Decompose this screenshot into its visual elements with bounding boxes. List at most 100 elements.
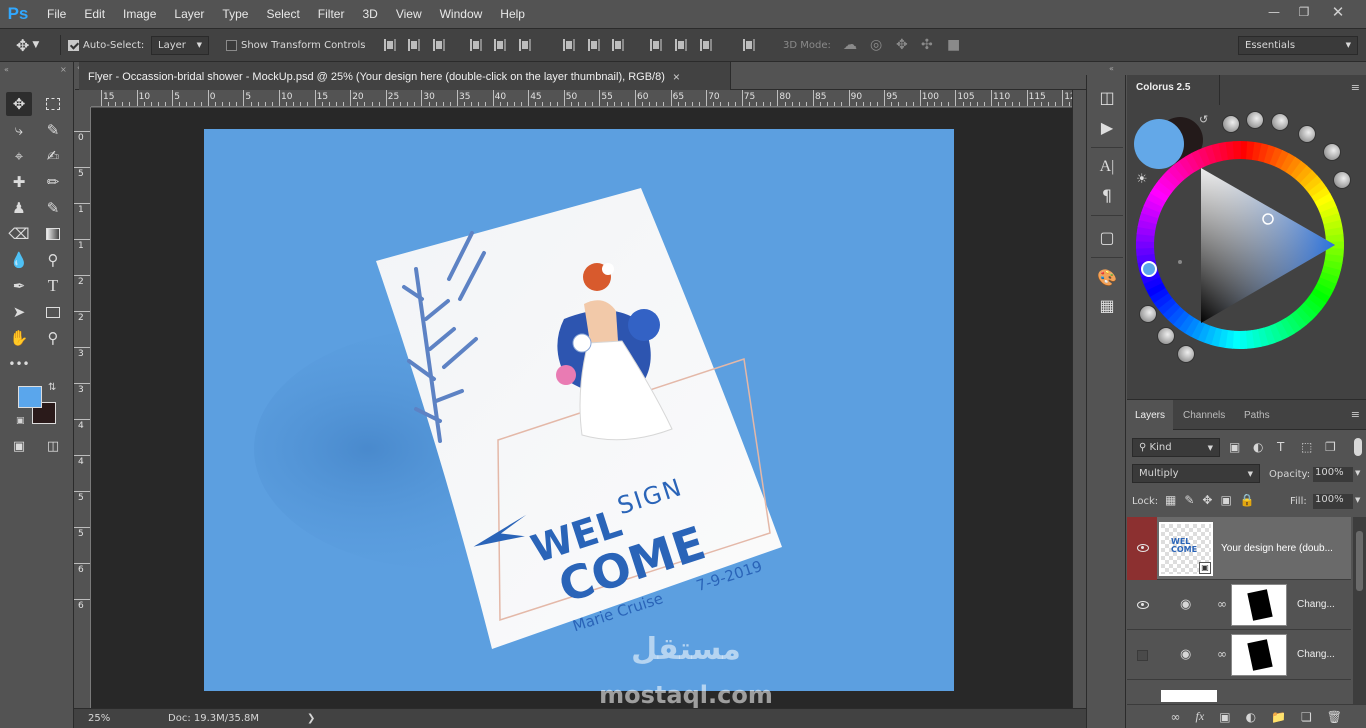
- visibility-eye-icon[interactable]: [1137, 544, 1149, 552]
- blur-tool-icon[interactable]: 💧: [6, 248, 32, 272]
- minimize-button[interactable]: —: [1258, 0, 1290, 24]
- align-distribute-icon[interactable]: [519, 29, 531, 61]
- eyedropper-tool-icon[interactable]: ✍: [40, 144, 66, 168]
- eraser-tool-icon[interactable]: ⌫: [6, 222, 32, 246]
- link-layers-icon[interactable]: ∞: [1171, 710, 1181, 724]
- lock-all-icon[interactable]: 🔒: [1240, 493, 1263, 507]
- layer-row-change-1[interactable]: ◉ ∞ Chang...: [1127, 580, 1351, 630]
- adjustment-filter-icon[interactable]: ◐: [1253, 440, 1263, 454]
- align-distribute-icon[interactable]: [675, 29, 687, 61]
- gradient-tool-icon[interactable]: [40, 222, 66, 246]
- document-tab[interactable]: Flyer - Occassion-bridal shower - MockUp…: [79, 62, 731, 91]
- menu-3d[interactable]: 3D: [353, 0, 386, 28]
- swap-colors-icon[interactable]: ⇅: [48, 382, 56, 393]
- align-distribute-icon[interactable]: [588, 29, 600, 61]
- lock-artboard-icon[interactable]: ▣: [1220, 493, 1239, 507]
- swatches-grid-icon[interactable]: ▦: [1095, 293, 1119, 317]
- menu-type[interactable]: Type: [213, 0, 257, 28]
- add-mask-icon[interactable]: ▣: [1219, 710, 1230, 724]
- mockup-artboard[interactable]: WEL SIGN COME Marie Cruise 7-9-2019: [204, 129, 954, 691]
- zoom-level[interactable]: 25%: [88, 713, 148, 724]
- status-menu-arrow-icon[interactable]: ❯: [307, 713, 315, 724]
- lock-position-icon[interactable]: ✥: [1202, 493, 1220, 507]
- colorus-preset-dot[interactable]: [1271, 113, 1289, 131]
- link-chain-icon[interactable]: ∞: [1217, 597, 1227, 611]
- paragraph-panel-icon[interactable]: ¶: [1095, 183, 1119, 207]
- collapse-toolbar-icon[interactable]: «: [4, 65, 9, 74]
- align-distribute-icon[interactable]: [743, 29, 755, 61]
- colorus-preset-dot[interactable]: [1177, 345, 1195, 363]
- default-colors-icon[interactable]: ▣: [16, 416, 25, 426]
- menu-image[interactable]: Image: [114, 0, 165, 28]
- character-panel-icon[interactable]: A|: [1095, 155, 1119, 179]
- align-distribute-icon[interactable]: [563, 29, 575, 61]
- vertical-scrollbar[interactable]: [1072, 90, 1086, 708]
- 3d-mode-icon[interactable]: ◎: [870, 29, 882, 61]
- tab-channels[interactable]: Channels: [1183, 400, 1225, 430]
- layer-name[interactable]: Chang...: [1297, 599, 1335, 610]
- new-layer-icon[interactable]: ❏: [1301, 710, 1312, 724]
- menu-help[interactable]: Help: [491, 0, 534, 28]
- shape-filter-icon[interactable]: ⬚: [1301, 440, 1312, 454]
- brush-tool-icon[interactable]: ✏: [40, 170, 66, 194]
- opacity-field[interactable]: 100%: [1313, 467, 1353, 482]
- type-tool-icon[interactable]: T: [40, 274, 66, 298]
- chevron-down-icon[interactable]: ▼: [1355, 469, 1360, 477]
- align-distribute-icon[interactable]: [384, 29, 396, 61]
- show-transform-controls-checkbox[interactable]: Show Transform Controls: [226, 29, 365, 61]
- path-selection-tool-icon[interactable]: ➤: [6, 300, 32, 324]
- edit-toolbar-icon[interactable]: •••: [6, 352, 32, 376]
- menu-layer[interactable]: Layer: [165, 0, 213, 28]
- blend-mode-dropdown[interactable]: Multiply ▼: [1132, 464, 1260, 483]
- menu-view[interactable]: View: [387, 0, 431, 28]
- visibility-off-box[interactable]: [1137, 650, 1148, 661]
- smart-object-filter-icon[interactable]: ❐: [1325, 440, 1336, 454]
- layer-style-fx-icon[interactable]: fx: [1196, 709, 1205, 724]
- lock-transparent-icon[interactable]: ▦: [1165, 493, 1184, 507]
- align-distribute-icon[interactable]: [494, 29, 506, 61]
- new-group-folder-icon[interactable]: 📁: [1271, 710, 1286, 724]
- 3d-mode-icon[interactable]: ✣: [921, 29, 933, 61]
- quick-selection-tool-icon[interactable]: ✎: [40, 118, 66, 142]
- lock-paint-icon[interactable]: ✎: [1184, 493, 1202, 507]
- next-layer-thumbnail[interactable]: [1161, 690, 1217, 702]
- colorus-preset-dot[interactable]: [1222, 115, 1240, 133]
- panel-menu-icon[interactable]: ≡: [1351, 408, 1360, 421]
- colorus-preset-dot[interactable]: [1157, 327, 1175, 345]
- chevron-down-icon[interactable]: ▼: [1355, 496, 1360, 504]
- fill-field[interactable]: 100%: [1313, 494, 1353, 509]
- tab-layers[interactable]: Layers: [1127, 400, 1173, 430]
- lock-icons[interactable]: ▦✎✥▣🔒: [1165, 493, 1263, 507]
- foreground-color-swatch[interactable]: [18, 386, 42, 408]
- link-chain-icon[interactable]: ∞: [1217, 647, 1227, 661]
- horizontal-ruler[interactable]: 15 10 5 0 5 10 15 20 25 30 35 40 45 50 55 60 65 70 75 80 85 9…: [91, 90, 1072, 107]
- visibility-eye-icon[interactable]: [1137, 601, 1149, 609]
- restore-button[interactable]: ❐: [1288, 0, 1320, 24]
- adjustments-panel-icon[interactable]: ▢: [1095, 225, 1119, 249]
- colorus-preset-dot[interactable]: [1139, 305, 1157, 323]
- zoom-tool-icon[interactable]: ⚲: [40, 326, 66, 350]
- layer-filter-kind-dropdown[interactable]: ⚲ Kind ▼: [1132, 438, 1220, 457]
- adjustment-layer-icon[interactable]: ◐: [1246, 710, 1256, 724]
- move-tool-preset-icon[interactable]: ✥ ▼: [16, 29, 39, 61]
- workspace-dropdown[interactable]: Essentials ▼: [1238, 35, 1358, 55]
- menu-window[interactable]: Window: [431, 0, 492, 28]
- colorus-preset-dot[interactable]: [1298, 125, 1316, 143]
- align-distribute-icon[interactable]: [408, 29, 420, 61]
- 3d-mode-icon[interactable]: ✥: [896, 29, 908, 61]
- close-window-button[interactable]: ✕: [1322, 0, 1354, 24]
- align-distribute-icon[interactable]: [700, 29, 712, 61]
- align-distribute-icon[interactable]: [650, 29, 662, 61]
- align-distribute-icon[interactable]: [612, 29, 624, 61]
- colorus-foreground-swatch[interactable]: [1134, 119, 1184, 169]
- rectangle-tool-icon[interactable]: [40, 300, 66, 324]
- vertical-ruler[interactable]: 0 5 1 1 2 2 3 3 4 4 5 5 6 6: [74, 107, 91, 708]
- hand-tool-icon[interactable]: ✋: [6, 326, 32, 350]
- expand-panels-icon[interactable]: «: [1109, 64, 1114, 73]
- ruler-origin[interactable]: [74, 90, 91, 107]
- layer-name[interactable]: Your design here (doub...: [1221, 543, 1333, 554]
- menu-file[interactable]: File: [38, 0, 75, 28]
- layer-mask-thumbnail[interactable]: [1231, 634, 1287, 676]
- menu-edit[interactable]: Edit: [75, 0, 114, 28]
- close-toolbar-icon[interactable]: ×: [60, 65, 67, 74]
